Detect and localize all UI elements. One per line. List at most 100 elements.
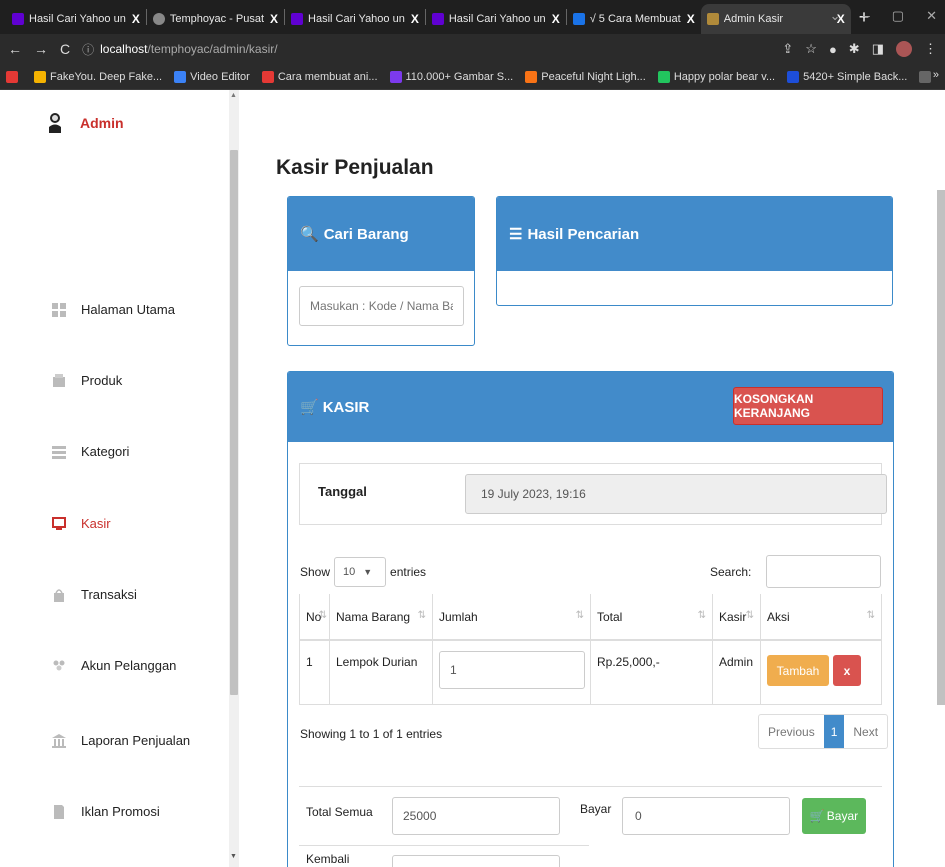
sort-icon: ⇅ (575, 610, 584, 621)
sidebar-item-label: Iklan Promosi (81, 804, 160, 819)
back-icon[interactable]: ← (8, 41, 22, 57)
star-icon[interactable]: ☆ (805, 41, 817, 57)
minimize-icon[interactable]: – (863, 8, 870, 24)
list-icon: ☰ (509, 226, 523, 243)
previous-button[interactable]: Previous (759, 715, 824, 748)
extension-icon[interactable]: ● (829, 42, 837, 57)
sort-icon: ⇅ (697, 610, 706, 621)
reload-icon[interactable]: C (60, 41, 70, 57)
restore-icon[interactable]: ▢ (892, 8, 904, 24)
sidebar-scroll-thumb[interactable] (230, 150, 238, 695)
bookmark-favicon-icon (525, 70, 538, 83)
page-1-button[interactable]: 1 (823, 715, 845, 748)
bookmarks-more-icon[interactable]: » (933, 69, 939, 81)
show-label: Show (300, 565, 331, 579)
column-header-no[interactable]: No ⇅ (299, 594, 330, 641)
bookmark-label: 5420+ Simple Back... (803, 70, 908, 83)
bookmark-item[interactable]: FakeYou. Deep Fake... (34, 70, 162, 83)
hasil-pencarian-panel: ☰ Hasil Pencarian (496, 196, 893, 306)
cell-nama-barang: Lempok Durian (329, 640, 433, 705)
bookmark-item[interactable]: Happy polar bear v... (657, 70, 775, 83)
sidebar-item-label: Kasir (81, 516, 111, 531)
tab-title: √ 5 Cara Membuat (589, 13, 681, 25)
page-scroll-thumb[interactable] (937, 190, 945, 705)
table-info: Showing 1 to 1 of 1 entries (300, 727, 443, 741)
sidebar-item-label: Produk (81, 373, 123, 388)
sidebar-item-kategori[interactable]: Kategori (52, 444, 129, 459)
close-icon[interactable]: X (132, 12, 140, 26)
admin-avatar-icon (49, 113, 61, 133)
pagination: Previous 1 Next (758, 714, 889, 749)
info-icon[interactable]: ⓘ (82, 41, 94, 58)
bookmarks-bar: FakeYou. Deep Fake... Video Editor Cara me… (0, 64, 945, 90)
sidebar-item-label: Kategori (81, 444, 130, 459)
column-header-kasir[interactable]: Kasir ⇅ (712, 594, 761, 641)
column-header-jumlah[interactable]: Jumlah ⇅ (432, 594, 591, 641)
entries-select[interactable]: 10 ▼ (334, 557, 387, 587)
cell-jumlah: 1 (432, 640, 591, 705)
sort-icon: ⇅ (745, 610, 754, 621)
bookmark-item[interactable]: Peaceful Night Ligh... (525, 70, 646, 83)
kebab-menu-icon[interactable]: ⋮ (924, 41, 937, 57)
sidebar (0, 90, 228, 867)
column-header-nama[interactable]: Nama Barang ⇅ (329, 594, 433, 641)
search-input[interactable] (299, 286, 464, 326)
scroll-up-icon[interactable]: ▲ (230, 92, 237, 99)
tambah-button[interactable]: Tambah (767, 655, 829, 686)
sidebar-item-laporan-penjualan[interactable]: Laporan Penjualan (52, 733, 190, 748)
bookmark-item[interactable]: Cara membuat ani... (261, 70, 378, 83)
browser-tab[interactable]: √ 5 Cara Membuat X (567, 4, 701, 34)
sidebar-toggle-icon[interactable]: ◨ (872, 41, 884, 57)
bayar-button[interactable]: 🛒 Bayar (802, 798, 866, 834)
sidebar-item-label: Laporan Penjualan (81, 733, 191, 748)
forward-icon[interactable]: → (34, 41, 48, 57)
close-window-icon[interactable]: ✕ (926, 8, 937, 24)
browser-tab-active[interactable]: Admin Kasir X (700, 4, 851, 34)
sidebar-item-transaksi[interactable]: Transaksi (52, 587, 137, 602)
column-header-total[interactable]: Total ⇅ (590, 594, 713, 641)
share-icon[interactable]: ⇪ (782, 41, 793, 57)
bookmark-item[interactable]: Video Editor (174, 70, 250, 83)
kosongkan-keranjang-button[interactable]: KOSONGKAN KERANJANG (733, 387, 883, 425)
scroll-down-icon[interactable]: ▼ (230, 853, 237, 860)
address-bar-icons: ⇪ ☆ ● ✱ ◨ ⋮ (782, 41, 937, 57)
cart-table: No ⇅ Nama Barang ⇅ Jumlah ⇅ Total ⇅ Kasir ⇅ A… (299, 594, 882, 705)
total-semua-label: Total Semua (306, 805, 373, 819)
sidebar-item-iklan-promosi[interactable]: Iklan Promosi (52, 804, 160, 819)
bookmark-item[interactable]: 5420+ Simple Back... (787, 70, 908, 83)
delete-button[interactable]: x (833, 655, 861, 686)
bookmark-label: Video Editor (190, 70, 250, 83)
browser-tab[interactable]: Temphoyac - Pusat X (147, 4, 284, 34)
url-field[interactable]: ⓘ localhost /temphoyac/admin/kasir/ (82, 37, 783, 61)
profile-avatar[interactable] (896, 41, 912, 57)
sidebar-item-kasir[interactable]: Kasir (52, 516, 111, 531)
sidebar-item-akun-pelanggan[interactable]: Akun Pelanggan (52, 658, 176, 673)
bookmark-item[interactable]: 110.000+ Gambar S... (389, 70, 513, 83)
yahoo-icon (12, 13, 24, 25)
browser-tab[interactable]: Hasil Cari Yahoo un X (426, 4, 566, 34)
column-header-aksi[interactable]: Aksi ⇅ (760, 594, 882, 641)
close-icon[interactable]: X (411, 12, 419, 26)
close-icon[interactable]: X (687, 12, 695, 26)
sidebar-item-halaman-utama[interactable]: Halaman Utama (52, 302, 175, 317)
file-icon (54, 804, 64, 819)
browser-tab[interactable]: Hasil Cari Yahoo un X (285, 4, 425, 34)
next-button[interactable]: Next (844, 715, 887, 748)
bookmark-favicon-icon (657, 70, 670, 83)
address-bar: ← → C ⓘ localhost /temphoyac/admin/kasir… (0, 34, 945, 64)
table-search-input[interactable] (766, 555, 881, 588)
bookmark-favicon-icon (34, 70, 46, 83)
quantity-input[interactable]: 1 (439, 651, 585, 689)
close-icon[interactable]: X (552, 12, 560, 26)
bookmark-label: Peaceful Night Ligh... (541, 70, 646, 83)
puzzle-icon[interactable]: ✱ (849, 41, 860, 57)
kasir-panel: 🛒 KASIR KOSONGKAN KERANJANG Tanggal 19 J… (287, 371, 894, 867)
browser-tab[interactable]: Hasil Cari Yahoo un X (6, 4, 146, 34)
tab-search-icon[interactable]: ⌄ (830, 8, 841, 24)
bayar-input[interactable]: 0 (622, 797, 790, 835)
kasir-title: KASIR (322, 398, 370, 416)
sidebar-item-produk[interactable]: Produk (52, 373, 122, 388)
tab-title: Hasil Cari Yahoo un (448, 13, 546, 25)
close-icon[interactable]: X (270, 12, 278, 26)
bookmark-item[interactable] (6, 70, 22, 83)
